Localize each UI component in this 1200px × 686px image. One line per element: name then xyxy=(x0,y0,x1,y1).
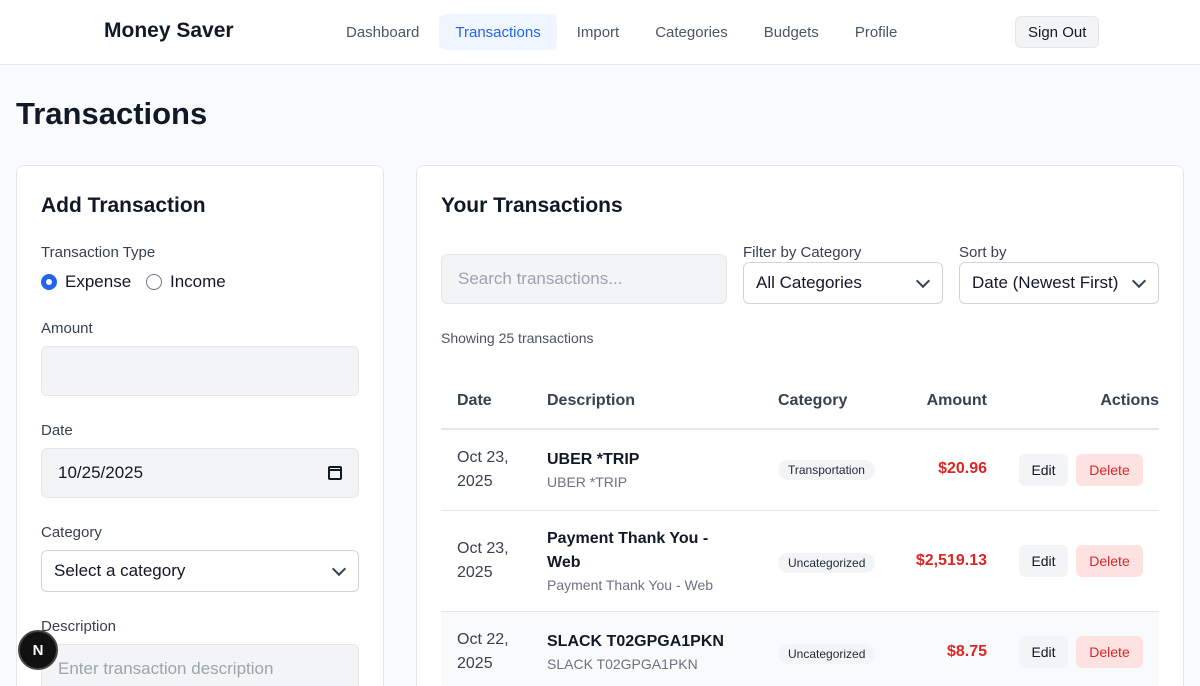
category-badge: Uncategorized xyxy=(778,644,876,664)
filter-category-select[interactable]: All Categories xyxy=(743,262,943,304)
brand-logo[interactable]: Money Saver xyxy=(104,19,234,43)
row-date-line2: 2025 xyxy=(457,473,493,490)
row-title: SLACK T02GPGA1PKN xyxy=(547,633,724,650)
description-label: Description xyxy=(41,618,117,635)
transaction-count: Showing 25 transactions xyxy=(441,330,594,346)
amount-label: Amount xyxy=(41,320,93,337)
row-date: Oct 22, 2025 xyxy=(457,628,509,676)
date-value: 10/25/2025 xyxy=(58,463,144,482)
date-input[interactable]: 10/25/2025 xyxy=(41,448,359,498)
edit-button[interactable]: Edit xyxy=(1019,636,1068,668)
expense-radio-indicator[interactable] xyxy=(41,274,57,290)
row-subtitle: SLACK T02GPGA1PKN xyxy=(547,656,698,672)
add-transaction-title: Add Transaction xyxy=(41,194,206,217)
description-input[interactable]: Enter transaction description xyxy=(41,644,359,686)
edit-button[interactable]: Edit xyxy=(1019,454,1068,486)
income-radio[interactable]: Income xyxy=(146,272,226,292)
expense-radio-label: Expense xyxy=(65,272,132,291)
row-date-line2: 2025 xyxy=(457,655,493,672)
nav-profile[interactable]: Profile xyxy=(839,14,914,50)
table-row: Oct 23, 2025 UBER *TRIP UBER *TRIP Trans… xyxy=(441,430,1159,511)
sign-out-button[interactable]: Sign Out xyxy=(1015,16,1100,48)
table-row: Oct 22, 2025 SLACK T02GPGA1PKN SLACK T02… xyxy=(441,612,1159,686)
row-date-line2: 2025 xyxy=(457,564,493,581)
column-actions: Actions xyxy=(1100,392,1159,409)
row-amount: $2,519.13 xyxy=(915,552,987,569)
category-badge: Uncategorized xyxy=(778,553,876,573)
filter-category-value: All Categories xyxy=(756,273,862,292)
delete-button[interactable]: Delete xyxy=(1076,545,1143,577)
row-amount: $8.75 xyxy=(946,643,987,660)
delete-button[interactable]: Delete xyxy=(1076,636,1143,668)
nav-transactions[interactable]: Transactions xyxy=(439,14,557,50)
dev-tools-badge[interactable]: N xyxy=(18,630,58,670)
chevron-down-icon xyxy=(1131,273,1147,289)
page-title: Transactions xyxy=(16,96,208,131)
add-transaction-card: Add Transaction Transaction Type Expense… xyxy=(16,165,384,686)
table-row: Oct 23, 2025 Payment Thank You - Web Pay… xyxy=(441,511,1159,612)
row-subtitle: Payment Thank You - Web xyxy=(547,577,714,593)
row-date-line1: Oct 23, xyxy=(457,449,509,466)
nav-dashboard[interactable]: Dashboard xyxy=(330,14,435,50)
main-nav: Dashboard Transactions Import Categories… xyxy=(330,14,913,50)
chevron-down-icon xyxy=(331,561,347,577)
row-date: Oct 23, 2025 xyxy=(457,537,509,585)
transactions-title: Your Transactions xyxy=(441,194,623,217)
edit-button[interactable]: Edit xyxy=(1019,545,1068,577)
nav-budgets[interactable]: Budgets xyxy=(748,14,835,50)
category-select-value: Select a category xyxy=(54,561,186,580)
category-badge: Transportation xyxy=(778,460,875,480)
filter-category-label: Filter by Category xyxy=(743,244,862,261)
calendar-icon[interactable] xyxy=(328,466,342,480)
transaction-type-label: Transaction Type xyxy=(41,244,156,261)
category-select[interactable]: Select a category xyxy=(41,550,359,592)
income-radio-label: Income xyxy=(170,272,226,291)
expense-radio[interactable]: Expense xyxy=(41,272,131,292)
search-input[interactable]: Search transactions... xyxy=(441,254,727,304)
row-amount: $20.96 xyxy=(938,460,987,477)
amount-input[interactable] xyxy=(41,346,359,396)
row-title: UBER *TRIP xyxy=(547,451,640,468)
row-title: Payment Thank You - Web xyxy=(547,527,737,575)
table-header: Date Description Category Amount Actions xyxy=(441,375,1159,430)
row-subtitle: UBER *TRIP xyxy=(547,474,628,490)
date-label: Date xyxy=(41,422,73,439)
category-label: Category xyxy=(41,524,102,541)
sort-select[interactable]: Date (Newest First) xyxy=(959,262,1159,304)
column-amount: Amount xyxy=(926,392,987,409)
row-title-line2: Web xyxy=(547,554,581,571)
column-date: Date xyxy=(457,392,492,409)
column-description: Description xyxy=(547,392,636,409)
sort-value: Date (Newest First) xyxy=(972,273,1119,292)
row-date: Oct 23, 2025 xyxy=(457,446,509,494)
row-date-line1: Oct 22, xyxy=(457,631,509,648)
row-date-line1: Oct 23, xyxy=(457,540,509,557)
transactions-card: Your Transactions Search transactions...… xyxy=(416,165,1184,686)
row-title-line1: Payment Thank You - xyxy=(547,530,709,547)
chevron-down-icon xyxy=(915,273,931,289)
nav-categories[interactable]: Categories xyxy=(639,14,744,50)
delete-button[interactable]: Delete xyxy=(1076,454,1143,486)
column-category: Category xyxy=(778,392,848,409)
nav-import[interactable]: Import xyxy=(561,14,636,50)
sort-label: Sort by xyxy=(959,244,1007,261)
top-navbar: Money Saver Dashboard Transactions Impor… xyxy=(0,0,1200,65)
income-radio-indicator[interactable] xyxy=(146,274,162,290)
